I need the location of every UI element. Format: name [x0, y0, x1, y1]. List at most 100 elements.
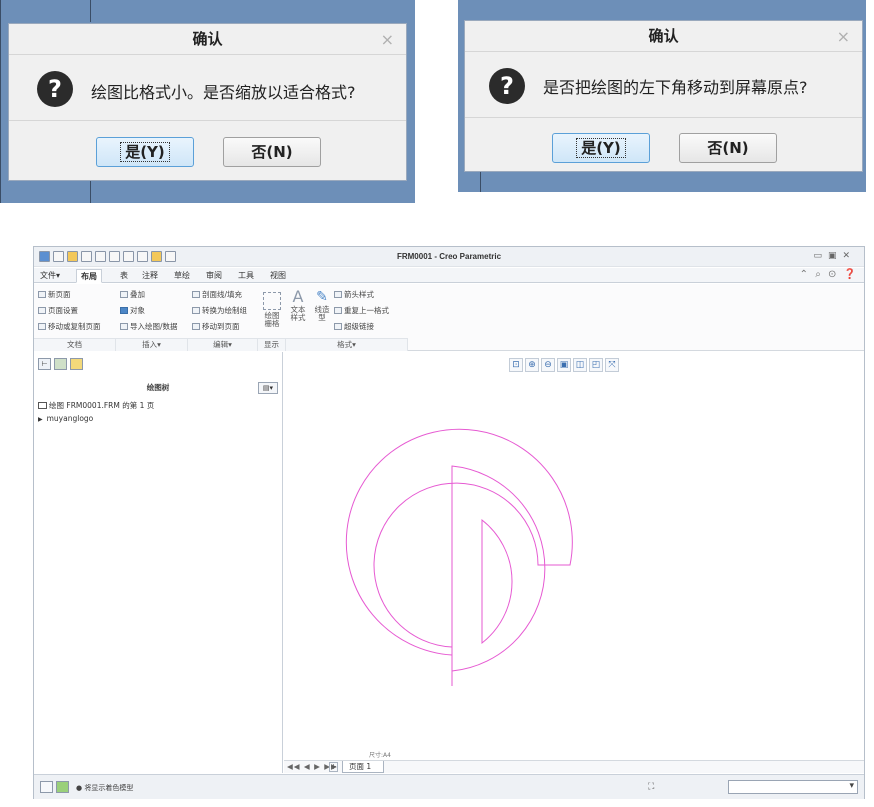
yes-button[interactable]: 是(Y) [552, 133, 650, 163]
label: 超级链接 [344, 322, 374, 331]
object-button[interactable]: 对象 [120, 305, 145, 316]
tab-tools[interactable]: 工具 [234, 269, 258, 283]
new-page-icon [38, 291, 46, 298]
sheet-size-label: 尺寸:A4 [369, 752, 391, 759]
tab-review[interactable]: 审阅 [202, 269, 226, 283]
browser-toggle-icon[interactable] [56, 781, 69, 793]
tab-sketch[interactable]: 草绘 [170, 269, 194, 283]
confirm-dialog-move: 确认 × ? 是否把绘图的左下角移动到屏幕原点? 是(Y) 否(N) [464, 20, 863, 172]
confirm-dialog-scale: 确认 × ? 绘图比格式小。是否缩放以适合格式? 是(Y) 否(N) [8, 23, 407, 181]
hatch-icon [192, 291, 200, 298]
add-page-icon[interactable]: + [329, 762, 338, 772]
tab-table[interactable]: 表 [116, 269, 132, 283]
dialog-title: 确认 × [9, 24, 406, 55]
import-drawing-button[interactable]: 导入绘图/数据 [120, 321, 178, 332]
ribbon-tabs: 文件▾ 布局 表 注释 草绘 审阅 工具 视图 ⌃ ⌕ ⊙ ❓ [34, 268, 864, 283]
move-copy-icon [38, 323, 46, 330]
folder-browser-tab-icon[interactable] [54, 358, 67, 370]
text-style-icon: A [292, 287, 304, 306]
group-edit[interactable]: 编辑▾ [188, 338, 258, 351]
page-setup-icon [38, 307, 46, 314]
move-to-page-button[interactable]: 移动到页面 [192, 321, 240, 332]
dialog-title: 确认 × [465, 21, 862, 52]
question-icon: ? [37, 71, 73, 107]
label: 箭头样式 [344, 290, 374, 299]
question-icon: ? [489, 68, 525, 104]
yes-button-label: 是(Y) [120, 142, 170, 162]
label: muyanglogo [46, 414, 94, 423]
label: 绘图 栅格 [264, 311, 280, 328]
label: 线造 型 [314, 305, 330, 322]
hyperlink-button[interactable]: 超级链接 [334, 321, 374, 332]
favorites-tab-icon[interactable] [70, 358, 83, 370]
window-title: FRM0001 - Creo Parametric [396, 252, 502, 261]
sheet-icon [38, 402, 47, 409]
move-page-icon [192, 323, 200, 330]
tab-annotate[interactable]: 注释 [138, 269, 162, 283]
no-button[interactable]: 否(N) [679, 133, 777, 163]
tab-layout[interactable]: 布局 [76, 269, 102, 283]
repeat-format-icon [334, 307, 342, 314]
divider [0, 0, 1, 203]
yes-button[interactable]: 是(Y) [96, 137, 194, 167]
drawing-tree-header: 绘图树 [146, 383, 170, 392]
navigator-toggle-icon[interactable] [40, 781, 53, 793]
model-tree-tab-icon[interactable]: ⊢ [38, 358, 51, 370]
line-style-button[interactable]: ✎ 线造 型 [312, 288, 332, 322]
line-style-icon: ✎ [316, 289, 328, 305]
text-style-button[interactable]: A 文本 样式 [288, 288, 308, 322]
label: 剖面线/填充 [202, 290, 243, 299]
ribbon: 新页面 页面设置 移动或复制页面 叠加 对象 导入绘图/数据 剖面线/填充 转换… [34, 284, 864, 351]
tab-view[interactable]: 视图 [266, 269, 290, 283]
selection-filter-select[interactable] [728, 780, 858, 794]
move-copy-page-button[interactable]: 移动或复制页面 [38, 321, 101, 332]
creo-window: FRM0001 - Creo Parametric ▭▣✕ 文件▾ 布局 表 注… [33, 246, 865, 799]
overlay-button[interactable]: 叠加 [120, 289, 145, 300]
drawing-grid-button[interactable]: 绘图 栅格 [260, 292, 284, 328]
tree-settings-button[interactable]: ▤▾ [258, 382, 278, 394]
hyperlink-icon [334, 323, 342, 330]
label: 绘图 FRM0001.FRM 的第 1 页 [49, 401, 155, 410]
expand-arrow-icon[interactable]: ▶ [38, 416, 43, 423]
repeat-format-button[interactable]: 重复上一格式 [334, 305, 389, 316]
help-icons[interactable]: ⌃ ⌕ ⊙ ❓ [800, 269, 858, 280]
dialog-title-text: 确认 [648, 27, 679, 45]
page-setup-button[interactable]: 页面设置 [38, 305, 78, 316]
drawing-canvas[interactable]: ⊡ ⊕ ⊖ ▣ ◫ ◰ ⤧ 尺寸:A4 [284, 352, 864, 760]
label: 文本 样式 [290, 305, 306, 322]
close-icon[interactable]: × [837, 21, 850, 52]
convert-draft-group-button[interactable]: 转换为绘制组 [192, 305, 247, 316]
object-icon [120, 307, 128, 314]
grid-icon [263, 292, 281, 310]
hatch-fill-button[interactable]: 剖面线/填充 [192, 289, 242, 300]
window-controls[interactable]: ▭▣✕ [813, 251, 856, 261]
page-tab-1[interactable]: 页面 1 [342, 761, 385, 773]
status-bar: ● 将显示着色模型 ⛶ [34, 774, 864, 799]
group-format[interactable]: 格式▾ [286, 338, 408, 351]
tree-item-view[interactable]: ▶ muyanglogo [38, 414, 93, 423]
label: 叠加 [130, 290, 145, 299]
label: 对象 [130, 306, 145, 315]
no-button[interactable]: 否(N) [223, 137, 321, 167]
dialog-message: 绘图比格式小。是否缩放以适合格式? [91, 83, 356, 102]
tab-file[interactable]: 文件▾ [36, 269, 64, 283]
divider [90, 0, 91, 22]
inner-c-path [451, 465, 546, 672]
status-message: ● 将显示着色模型 [76, 784, 134, 792]
dialog-title-text: 确认 [192, 30, 223, 48]
label: 转换为绘制组 [202, 306, 247, 315]
close-icon[interactable]: × [381, 24, 394, 55]
status-message-text: 将显示着色模型 [84, 784, 134, 792]
convert-icon [192, 307, 200, 314]
arrow-style-button[interactable]: 箭头样式 [334, 289, 374, 300]
label: 新页面 [48, 290, 71, 299]
label: 重复上一格式 [344, 306, 389, 315]
tree-item-sheet[interactable]: 绘图 FRM0001.FRM 的第 1 页 [38, 400, 154, 411]
group-display: 显示 [258, 338, 286, 351]
new-page-button[interactable]: 新页面 [38, 289, 71, 300]
find-icon[interactable]: ⛶ [648, 782, 654, 792]
import-icon [120, 323, 128, 330]
quick-access-toolbar: FRM0001 - Creo Parametric ▭▣✕ [34, 247, 864, 267]
label: 页面设置 [48, 306, 78, 315]
group-insert[interactable]: 插入▾ [116, 338, 188, 351]
